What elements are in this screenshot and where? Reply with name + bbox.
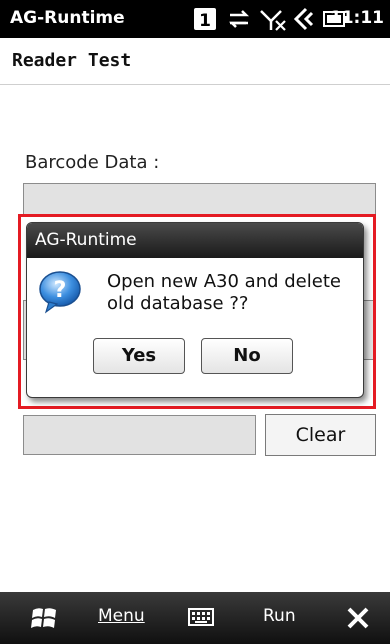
page-title: Reader Test xyxy=(12,50,132,71)
start-icon[interactable] xyxy=(30,604,60,632)
question-icon: ? xyxy=(37,269,83,319)
run-softkey[interactable]: Run xyxy=(263,606,296,626)
clear-button[interactable]: Clear xyxy=(265,414,376,456)
svg-text:?: ? xyxy=(54,278,67,303)
speaker-icon[interactable] xyxy=(292,5,320,33)
dialog-message-line-1: Open new A30 and delete xyxy=(107,271,341,292)
dialog-message-line-2: old database ?? xyxy=(107,293,249,314)
clock[interactable]: 11:11 xyxy=(330,8,384,28)
keyboard-icon[interactable] xyxy=(188,606,214,628)
status-bar: AG-Runtime 1 11:11 xyxy=(0,0,390,38)
sync-icon[interactable] xyxy=(224,5,254,33)
dialog-title: AG-Runtime xyxy=(27,223,363,258)
status-bar-app-title: AG-Runtime xyxy=(10,8,125,28)
barcode-data-field[interactable] xyxy=(23,183,376,217)
notification-count-icon[interactable]: 1 xyxy=(193,5,217,33)
dialog-message: Open new A30 and delete old database ?? xyxy=(107,271,357,315)
input-field[interactable] xyxy=(23,415,256,455)
page-header: Reader Test xyxy=(0,38,390,85)
signal-off-icon[interactable] xyxy=(258,5,288,33)
yes-button[interactable]: Yes xyxy=(93,338,185,374)
confirm-dialog: AG-Runtime ? Open new A30 and delete old… xyxy=(26,222,364,398)
menu-softkey[interactable]: Menu xyxy=(98,606,145,626)
bottom-softkey-bar: Menu Run xyxy=(0,592,390,644)
close-icon[interactable] xyxy=(344,604,372,632)
no-button[interactable]: No xyxy=(201,338,293,374)
notification-count: 1 xyxy=(199,11,211,31)
barcode-data-label: Barcode Data : xyxy=(25,152,160,173)
